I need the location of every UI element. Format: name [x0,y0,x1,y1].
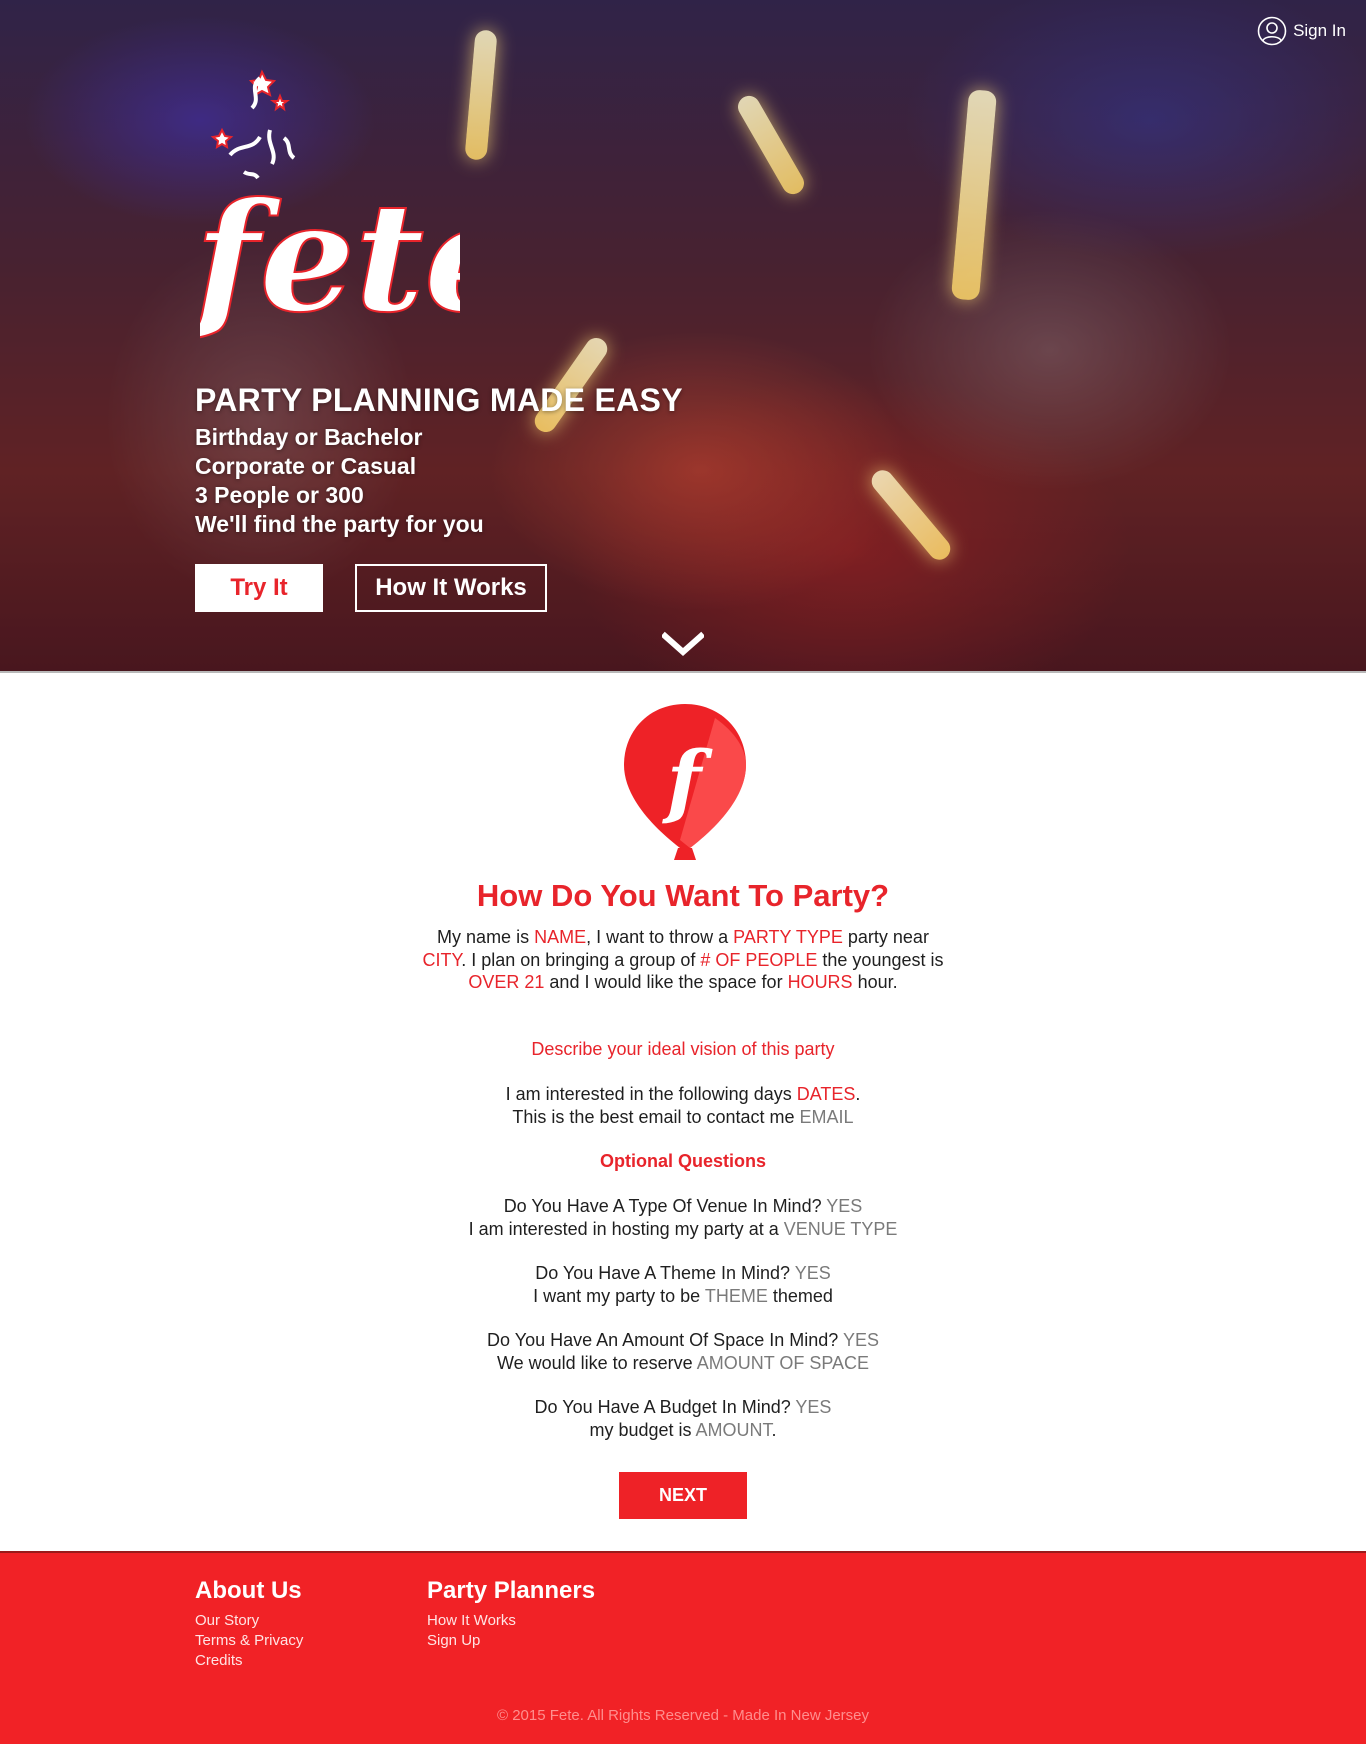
how-it-works-button[interactable]: How It Works [355,564,547,612]
dates-email-paragraph: I am interested in the following days DA… [505,1084,861,1127]
hero-section: Sign In fete PARTY PLANNING MADE EASY Bi… [0,0,1366,673]
vision-field[interactable]: Describe your ideal vision of this party [420,1038,946,1061]
svg-text:fete: fete [200,170,460,346]
venue-yes-toggle[interactable]: YES [826,1196,862,1216]
budget-yes-toggle[interactable]: YES [795,1397,831,1417]
fete-logo: fete [200,69,460,347]
hero-headline: PARTY PLANNING MADE EASY [195,382,683,418]
theme-yes-toggle[interactable]: YES [795,1263,831,1283]
sign-in-label: Sign In [1293,21,1346,40]
party-type-field[interactable]: PARTY TYPE [733,927,843,947]
footer-link-our-story[interactable]: Our Story [195,1611,303,1631]
email-field[interactable]: EMAIL [800,1107,854,1127]
hours-field[interactable]: HOURS [788,972,853,992]
space-question: Do You Have An Amount Of Space In Mind? … [487,1330,879,1373]
optional-questions-heading: Optional Questions [599,1151,766,1171]
theme-question: Do You Have A Theme In Mind? YES I want … [533,1263,833,1306]
dates-field[interactable]: DATES [797,1084,856,1104]
venue-question: Do You Have A Type Of Venue In Mind? YES… [468,1196,898,1239]
footer-planners-heading: Party Planners [427,1577,596,1604]
hero-taglines: Birthday or Bachelor Corporate or Casual… [195,423,484,539]
city-field[interactable]: CITY [423,950,462,970]
space-yes-toggle[interactable]: YES [843,1330,879,1350]
user-circle-icon [1257,16,1287,46]
budget-amount-field[interactable]: AMOUNT [696,1420,772,1440]
people-count-field[interactable]: # OF PEOPLE [700,950,817,970]
footer-link-credits[interactable]: Credits [195,1651,303,1671]
confetti-icon [210,69,296,180]
intro-paragraph: My name is NAME, I want to throw a PARTY… [422,927,944,992]
footer-link-sign-up[interactable]: Sign Up [427,1631,595,1651]
tagline-style: Corporate or Casual [195,453,417,479]
footer-about-heading: About Us [195,1577,302,1604]
venue-type-field[interactable]: VENUE TYPE [784,1219,898,1239]
footer: About Us Our Story Terms & Privacy Credi… [0,1551,1366,1744]
space-amount-field[interactable]: AMOUNT OF SPACE [697,1353,869,1373]
name-field[interactable]: NAME [534,927,586,947]
tagline-occasion: Birthday or Bachelor [195,424,423,450]
footer-link-how-it-works[interactable]: How It Works [427,1611,595,1631]
form-title: How Do You Want To Party? [476,878,890,913]
hero-divider [0,671,1366,673]
tagline-size: 3 People or 300 [195,482,364,508]
tagline-promise: We'll find the party for you [195,511,484,537]
footer-planners-column: Party Planners How It Works Sign Up [427,1577,595,1651]
copyright-text: © 2015 Fete. All Rights Reserved - Made … [496,1707,870,1724]
theme-field[interactable]: THEME [705,1286,768,1306]
chevron-down-icon[interactable] [662,630,704,658]
next-button[interactable]: NEXT [619,1472,747,1519]
footer-link-terms-privacy[interactable]: Terms & Privacy [195,1631,303,1651]
try-it-button[interactable]: Try It [195,564,323,612]
budget-question: Do You Have A Budget In Mind? YES my bud… [534,1397,832,1440]
age-field[interactable]: OVER 21 [468,972,544,992]
sign-in-link[interactable]: Sign In [1257,16,1346,46]
footer-about-column: About Us Our Story Terms & Privacy Credi… [195,1577,303,1671]
balloon-icon: f [624,704,746,860]
